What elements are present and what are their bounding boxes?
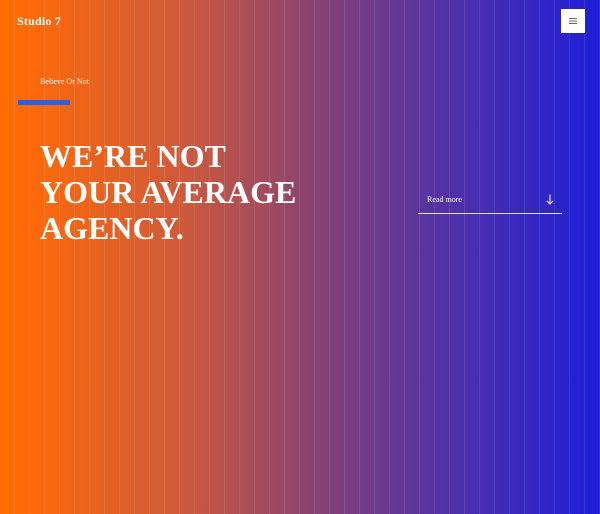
accent-bar [18,100,70,105]
logo[interactable]: Studio 7 [17,14,61,29]
headline-line-1: WE’RE NOT [40,138,226,174]
hero-headline: WE’RE NOT YOUR AVERAGE AGENCY. [40,138,340,246]
headline-line-3: AGENCY. [40,210,184,246]
read-more-label: Read more [427,194,462,204]
menu-button[interactable] [561,9,585,33]
read-more-link[interactable]: Read more [418,190,562,214]
headline-line-2: YOUR AVERAGE [40,174,297,210]
hamburger-icon [569,18,577,24]
background-stripes [0,0,600,514]
arrow-down-icon [546,194,554,205]
eyebrow-text: Believe Or Not [40,77,89,86]
